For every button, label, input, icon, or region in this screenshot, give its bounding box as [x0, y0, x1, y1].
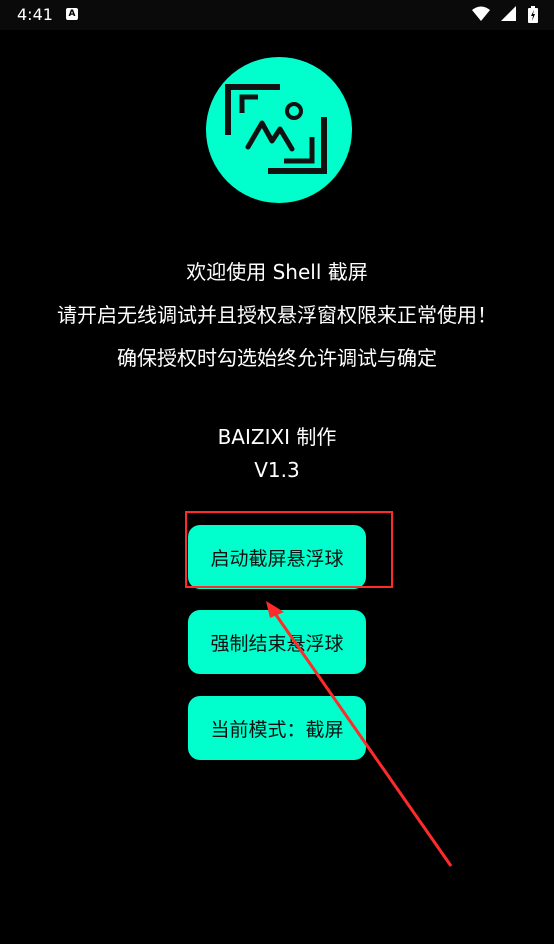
start-float-button[interactable]: 启动截屏悬浮球 [188, 525, 366, 589]
status-time: 4:41 [17, 5, 53, 24]
author-text: BAIZIXI 制作 [217, 425, 337, 449]
wifi-icon [471, 6, 490, 21]
status-icons [466, 6, 538, 25]
app-logo-icon [206, 57, 352, 203]
mode-button[interactable]: 当前模式：截屏 [188, 696, 366, 760]
battery-icon [528, 6, 538, 23]
version-text: V1.3 [254, 458, 300, 482]
status-bar: 4:41 A [0, 0, 554, 30]
instruction-text: 请开启无线调试并且授权悬浮窗权限来正常使用！ [57, 303, 497, 327]
tip-text: 确保授权时勾选始终允许调试与确定 [117, 346, 437, 370]
notification-badge: A [66, 8, 78, 20]
welcome-text: 欢迎使用 Shell 截屏 [186, 260, 368, 284]
signal-icon [500, 6, 516, 21]
stop-float-button[interactable]: 强制结束悬浮球 [188, 610, 366, 674]
